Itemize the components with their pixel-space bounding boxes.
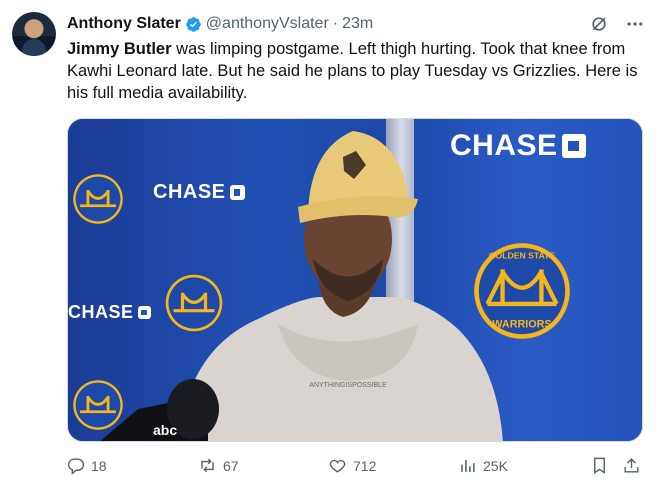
mention-bold: Jimmy Butler xyxy=(67,40,172,58)
bookmark-icon xyxy=(594,457,605,474)
avatar[interactable] xyxy=(12,12,56,56)
timestamp[interactable]: 23m xyxy=(342,15,373,33)
video-media[interactable]: CHASE CHASE CHASE GOLDEN STATE WARRIORS xyxy=(67,118,643,442)
bridge-icon xyxy=(80,190,116,208)
chase-logo: CHASE xyxy=(68,302,151,323)
chase-text: CHASE xyxy=(68,302,134,322)
share-icon xyxy=(624,458,639,473)
author-handle[interactable]: @anthonyVslater xyxy=(206,15,329,33)
repost-count: 67 xyxy=(223,457,239,474)
bookmark-button[interactable] xyxy=(590,456,609,475)
mic-flag-text: abc xyxy=(153,422,177,438)
separator-dot: · xyxy=(332,15,339,32)
verified-badge-icon xyxy=(186,16,201,32)
views-icon xyxy=(461,459,475,472)
reply-button[interactable]: 18 xyxy=(66,456,107,475)
repost-button[interactable]: 67 xyxy=(198,456,239,475)
warriors-logo xyxy=(70,171,126,227)
tweet-header: Anthony Slater @anthonyVslater · 23m xyxy=(67,13,646,35)
more-icon[interactable] xyxy=(624,13,646,35)
tweet-actions: 18 67 712 25K xyxy=(62,456,644,480)
microphone: abc xyxy=(100,379,219,441)
views-button[interactable]: 25K xyxy=(458,456,508,475)
tweet-text: Jimmy Butler was limping postgame. Left … xyxy=(67,38,642,104)
like-button[interactable]: 712 xyxy=(328,456,376,475)
repost-icon xyxy=(201,458,214,473)
grok-icon[interactable] xyxy=(588,13,610,35)
views-count: 25K xyxy=(483,457,508,474)
like-count: 712 xyxy=(353,457,377,474)
reply-count: 18 xyxy=(91,457,107,474)
share-button[interactable] xyxy=(622,456,641,475)
author-name[interactable]: Anthony Slater xyxy=(67,15,181,33)
heart-icon xyxy=(329,459,346,473)
hoodie-text: ANYTHINGISPOSSIBLE xyxy=(309,382,387,389)
reply-icon xyxy=(67,458,85,475)
